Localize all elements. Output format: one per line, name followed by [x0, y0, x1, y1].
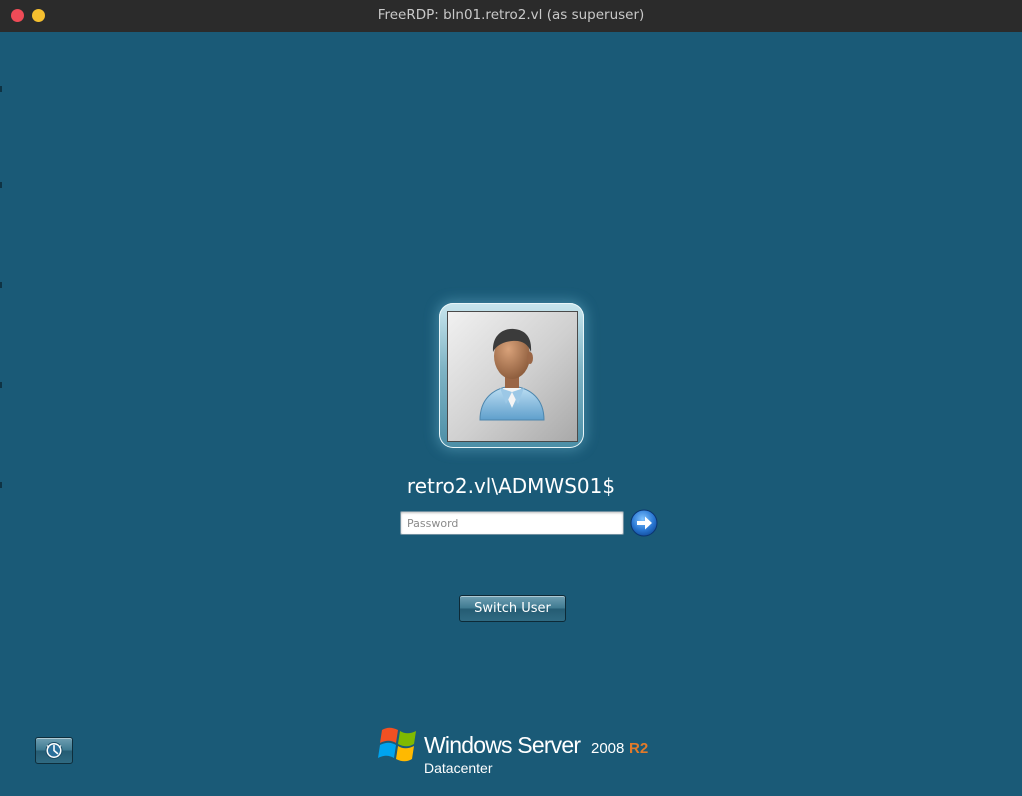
- password-field[interactable]: [400, 511, 624, 535]
- edge-marker: [0, 182, 2, 188]
- arrow-right-icon: [630, 509, 658, 537]
- ease-of-access-icon: [45, 742, 63, 759]
- edge-marker: [0, 282, 2, 288]
- user-name: retro2.vl\ADMWS01$: [406, 474, 616, 498]
- user-avatar-icon: [447, 311, 578, 442]
- windows-server-branding: Windows Server 2008 R2 Datacenter: [378, 722, 668, 782]
- brand-edition: Datacenter: [424, 760, 493, 776]
- submit-arrow-button[interactable]: [630, 509, 658, 537]
- edge-marker: [0, 382, 2, 388]
- brand-version: 2008: [591, 740, 625, 757]
- ease-of-access-button[interactable]: [35, 737, 73, 764]
- freerdp-window: FreeRDP: bln01.retro2.vl (as superuser): [0, 0, 1022, 796]
- window-title: FreeRDP: bln01.retro2.vl (as superuser): [377, 7, 645, 23]
- brand-release: R2: [629, 740, 649, 757]
- title-bar[interactable]: FreeRDP: bln01.retro2.vl (as superuser): [0, 0, 1022, 33]
- windows-flag-icon: [378, 727, 416, 762]
- user-tile[interactable]: [439, 303, 584, 448]
- switch-user-button[interactable]: Switch User: [459, 595, 566, 622]
- brand-product-name: Windows Server: [424, 732, 581, 758]
- edge-marker: [0, 86, 2, 92]
